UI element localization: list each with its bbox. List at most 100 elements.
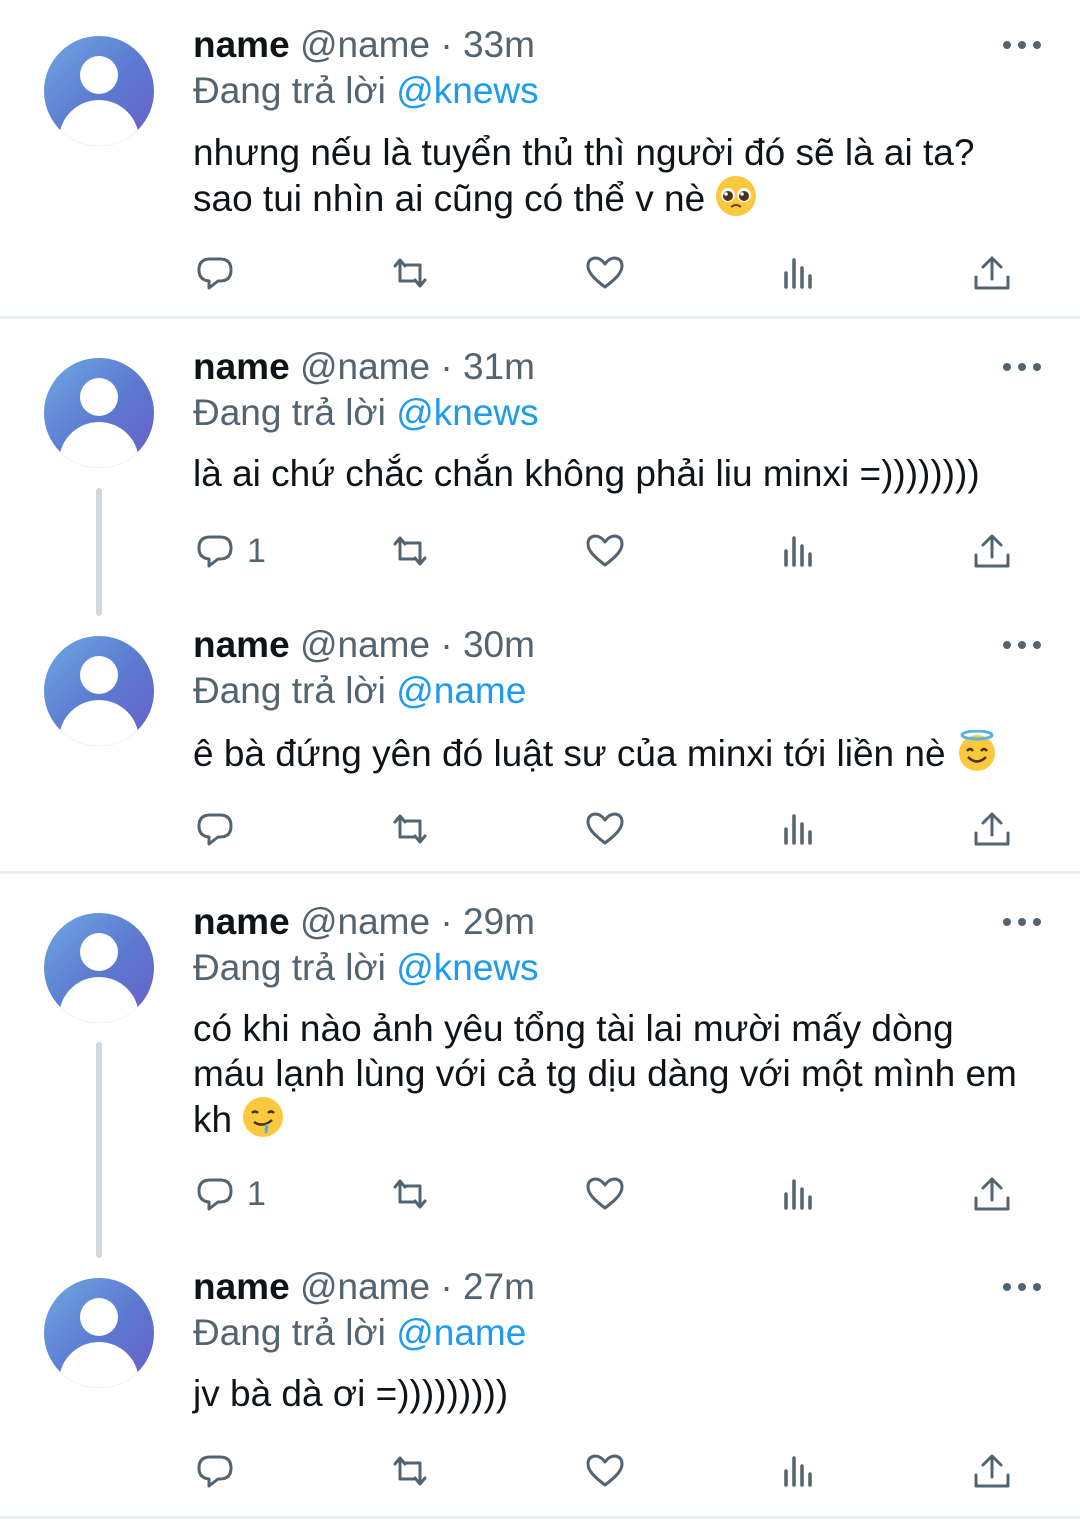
mention-link[interactable]: @knews	[396, 947, 538, 988]
retweet-icon	[393, 814, 427, 844]
user-handle[interactable]: @name	[300, 624, 430, 665]
replying-to: Đang trả lời @knews	[193, 69, 539, 113]
divider	[0, 1516, 1080, 1519]
more-options-icon[interactable]	[1000, 912, 1044, 932]
tweet[interactable]: name @name · 31m Đang trả lời @knews là …	[0, 320, 1080, 600]
more-options-icon[interactable]	[1000, 635, 1044, 655]
replying-to-label: Đang trả lời	[193, 392, 386, 433]
like-icon	[586, 534, 624, 567]
separator-dot: ·	[440, 24, 453, 65]
mention-link[interactable]: @knews	[396, 392, 538, 433]
share-icon	[974, 1454, 1010, 1488]
tweet-actions: 1	[193, 1172, 1023, 1216]
reply-icon	[197, 1455, 233, 1488]
timestamp[interactable]: 29m	[463, 901, 535, 942]
retweet-icon	[393, 1456, 427, 1486]
user-handle[interactable]: @name	[300, 901, 430, 942]
like-button[interactable]	[583, 1449, 627, 1493]
share-icon	[974, 812, 1010, 846]
retweet-button[interactable]	[388, 529, 432, 573]
mention-link[interactable]: @name	[396, 1312, 526, 1353]
retweet-icon	[393, 1179, 427, 1209]
mention-link[interactable]: @knews	[396, 70, 538, 111]
analytics-button[interactable]	[776, 1172, 820, 1216]
avatar[interactable]	[44, 913, 154, 1023]
timestamp[interactable]: 33m	[463, 24, 535, 65]
replying-to: Đang trả lời @knews	[193, 946, 539, 990]
user-handle[interactable]: @name	[300, 1266, 430, 1307]
tweet[interactable]: name @name · 30m Đang trả lời @name ê bà…	[0, 600, 1080, 870]
analytics-button[interactable]	[776, 1449, 820, 1493]
reply-icon	[197, 535, 233, 568]
display-name[interactable]: name	[193, 24, 290, 65]
tweet-text-line: jv bà dà ơi =)))))))))	[193, 1373, 509, 1414]
timestamp[interactable]: 27m	[463, 1266, 535, 1307]
tweet[interactable]: name @name · 33m Đang trả lời @knews như…	[0, 0, 1080, 316]
more-options-icon[interactable]	[1000, 1277, 1044, 1297]
user-handle[interactable]: @name	[300, 24, 430, 65]
like-icon	[586, 812, 624, 845]
more-options-icon[interactable]	[1000, 357, 1044, 377]
share-button[interactable]	[970, 1449, 1014, 1493]
tweet[interactable]: name @name · 27m Đang trả lời @name jv b…	[0, 1245, 1080, 1515]
more-options-icon[interactable]	[1000, 35, 1044, 55]
tweet-text: ê bà đứng yên đó luật sư của minxi tới l…	[193, 730, 1053, 776]
like-icon	[586, 1454, 624, 1487]
mention-link[interactable]: @name	[396, 670, 526, 711]
like-icon	[586, 256, 624, 289]
retweet-button[interactable]	[388, 1172, 432, 1216]
retweet-button[interactable]	[388, 251, 432, 295]
replying-to-label: Đang trả lời	[193, 70, 386, 111]
tweet[interactable]: name @name · 29m Đang trả lời @knews có …	[0, 875, 1080, 1245]
analytics-icon	[784, 536, 812, 567]
analytics-icon	[784, 1456, 812, 1487]
analytics-icon	[784, 814, 812, 845]
tweet-text-line: kh	[193, 1099, 233, 1140]
retweet-button[interactable]	[388, 807, 432, 851]
timestamp[interactable]: 30m	[463, 624, 535, 665]
share-button[interactable]	[970, 1172, 1014, 1216]
avatar[interactable]	[44, 1278, 154, 1388]
like-button[interactable]	[583, 251, 627, 295]
share-button[interactable]	[970, 807, 1014, 851]
analytics-icon	[784, 1179, 812, 1210]
reply-count: 1	[247, 531, 266, 570]
reply-button[interactable]	[193, 1449, 247, 1493]
separator-dot: ·	[440, 1266, 453, 1307]
share-button[interactable]	[970, 251, 1014, 295]
display-name[interactable]: name	[193, 624, 290, 665]
user-handle[interactable]: @name	[300, 346, 430, 387]
retweet-button[interactable]	[388, 1449, 432, 1493]
tweet-header: name @name · 33m	[193, 23, 535, 67]
timestamp[interactable]: 31m	[463, 346, 535, 387]
divider	[0, 316, 1080, 319]
display-name[interactable]: name	[193, 1266, 290, 1307]
analytics-icon	[784, 258, 812, 289]
divider	[0, 871, 1080, 874]
tweet-actions	[193, 1449, 1023, 1493]
avatar[interactable]	[44, 36, 154, 146]
reply-button[interactable]: 1	[193, 1172, 266, 1216]
like-button[interactable]	[583, 1172, 627, 1216]
analytics-button[interactable]	[776, 529, 820, 573]
avatar[interactable]	[44, 636, 154, 746]
reply-icon	[197, 1178, 233, 1211]
tweet-text-line: sao tui nhìn ai cũng có thể v nè	[193, 178, 706, 219]
tweet-header: name @name · 31m	[193, 345, 535, 389]
analytics-button[interactable]	[776, 251, 820, 295]
tweet-actions	[193, 251, 1023, 295]
share-button[interactable]	[970, 529, 1014, 573]
display-name[interactable]: name	[193, 901, 290, 942]
avatar[interactable]	[44, 358, 154, 468]
like-button[interactable]	[583, 529, 627, 573]
like-button[interactable]	[583, 807, 627, 851]
reply-button[interactable]	[193, 251, 247, 295]
reply-button[interactable]: 1	[193, 529, 266, 573]
tweet-header: name @name · 27m	[193, 1265, 535, 1309]
analytics-button[interactable]	[776, 807, 820, 851]
display-name[interactable]: name	[193, 346, 290, 387]
share-icon	[974, 1177, 1010, 1211]
replying-to: Đang trả lời @name	[193, 669, 526, 713]
reply-button[interactable]	[193, 807, 247, 851]
retweet-icon	[393, 258, 427, 288]
